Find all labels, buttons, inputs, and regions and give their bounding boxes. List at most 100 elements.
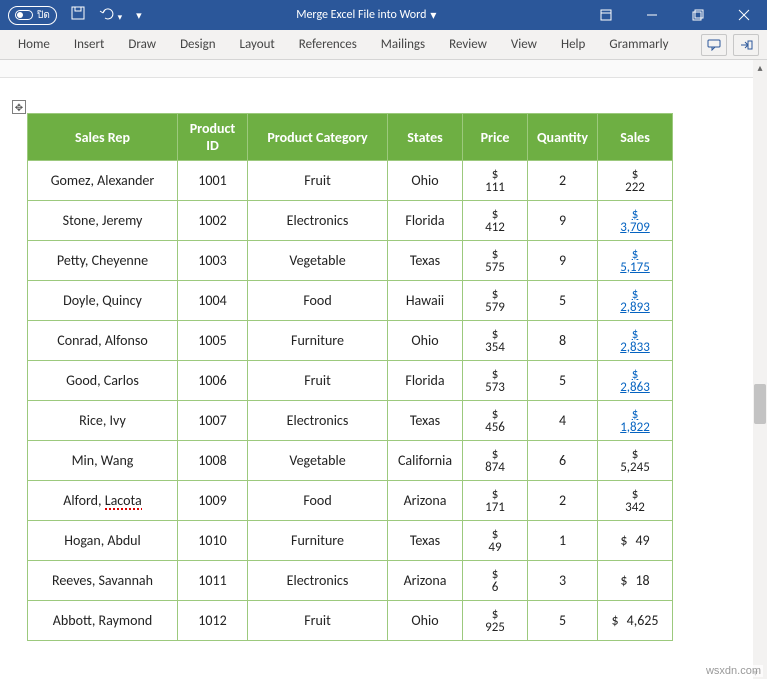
cell[interactable]: Texas [388, 401, 463, 441]
cell-price[interactable]: $412 [463, 201, 528, 241]
table-move-handle[interactable]: ✥ [12, 100, 26, 114]
cell[interactable]: 5 [528, 601, 598, 641]
cell[interactable]: 6 [528, 441, 598, 481]
cell-rep[interactable]: Alford, Lacota [28, 481, 178, 521]
tab-insert[interactable]: Insert [64, 32, 115, 57]
tab-grammarly[interactable]: Grammarly [599, 32, 678, 57]
cell[interactable]: Hawaii [388, 281, 463, 321]
scroll-up-icon[interactable]: ▴ [753, 60, 767, 74]
scroll-track[interactable] [753, 74, 767, 665]
cell-price[interactable]: $874 [463, 441, 528, 481]
cell[interactable]: 1008 [178, 441, 248, 481]
cell[interactable]: 1005 [178, 321, 248, 361]
header-product-category[interactable]: Product Category [248, 114, 388, 161]
cell-price[interactable]: $49 [463, 521, 528, 561]
cell[interactable]: Food [248, 481, 388, 521]
cell-price[interactable]: $354 [463, 321, 528, 361]
table-row[interactable]: Hogan, Abdul1010FurnitureTexas$491$49 [28, 521, 673, 561]
cell[interactable]: 1001 [178, 161, 248, 201]
cell-price[interactable]: $575 [463, 241, 528, 281]
cell-sales[interactable]: $49 [598, 521, 673, 561]
table-row[interactable]: Gomez, Alexander1001FruitOhio$1112$222 [28, 161, 673, 201]
table-row[interactable]: Stone, Jeremy1002ElectronicsFlorida$4129… [28, 201, 673, 241]
cell[interactable]: Florida [388, 201, 463, 241]
cell[interactable]: 2 [528, 481, 598, 521]
tab-references[interactable]: References [289, 32, 367, 57]
cell[interactable]: 8 [528, 321, 598, 361]
share-icon[interactable] [733, 34, 759, 56]
cell[interactable]: Vegetable [248, 241, 388, 281]
cell-price[interactable]: $925 [463, 601, 528, 641]
cell[interactable]: Furniture [248, 521, 388, 561]
cell-rep[interactable]: Rice, Ivy [28, 401, 178, 441]
cell-rep[interactable]: Hogan, Abdul [28, 521, 178, 561]
cell-sales[interactable]: $1,822 [598, 401, 673, 441]
cell-sales[interactable]: $2,833 [598, 321, 673, 361]
cell-price[interactable]: $573 [463, 361, 528, 401]
table-row[interactable]: Alford, Lacota1009FoodArizona$1712$342 [28, 481, 673, 521]
table-row[interactable]: Abbott, Raymond1012FruitOhio$9255$4,625 [28, 601, 673, 641]
cell[interactable]: Ohio [388, 601, 463, 641]
cell[interactable]: Electronics [248, 401, 388, 441]
autosave-toggle[interactable]: ปิด [8, 6, 57, 25]
cell-rep[interactable]: Conrad, Alfonso [28, 321, 178, 361]
cell-rep[interactable]: Min, Wang [28, 441, 178, 481]
cell-price[interactable]: $456 [463, 401, 528, 441]
document-area[interactable]: ✥ Sales Rep Product ID Product Category … [0, 78, 753, 679]
cell[interactable]: 1003 [178, 241, 248, 281]
cell[interactable]: Florida [388, 361, 463, 401]
cell-sales[interactable]: $5,245 [598, 441, 673, 481]
cell[interactable]: Texas [388, 241, 463, 281]
close-icon[interactable] [721, 0, 767, 30]
comments-icon[interactable] [701, 34, 727, 56]
cell[interactable]: Arizona [388, 481, 463, 521]
cell[interactable]: 5 [528, 361, 598, 401]
cell[interactable]: Texas [388, 521, 463, 561]
cell[interactable]: Arizona [388, 561, 463, 601]
tab-home[interactable]: Home [8, 32, 60, 57]
cell-price[interactable]: $111 [463, 161, 528, 201]
cell-price[interactable]: $6 [463, 561, 528, 601]
cell[interactable]: Ohio [388, 161, 463, 201]
cell[interactable]: 1007 [178, 401, 248, 441]
cell[interactable]: 1002 [178, 201, 248, 241]
table-row[interactable]: Rice, Ivy1007ElectronicsTexas$4564$1,822 [28, 401, 673, 441]
header-quantity[interactable]: Quantity [528, 114, 598, 161]
header-sales[interactable]: Sales [598, 114, 673, 161]
cell-sales[interactable]: $18 [598, 561, 673, 601]
cell[interactable]: 1 [528, 521, 598, 561]
tab-mailings[interactable]: Mailings [371, 32, 435, 57]
tab-design[interactable]: Design [170, 32, 225, 57]
cell[interactable]: 1012 [178, 601, 248, 641]
cell-rep[interactable]: Petty, Cheyenne [28, 241, 178, 281]
tab-layout[interactable]: Layout [230, 32, 285, 57]
header-product-id[interactable]: Product ID [178, 114, 248, 161]
cell-sales[interactable]: $222 [598, 161, 673, 201]
cell[interactable]: Food [248, 281, 388, 321]
tab-draw[interactable]: Draw [118, 32, 166, 57]
document-title[interactable]: Merge Excel File into Word ▾ [150, 8, 583, 23]
cell[interactable]: 1009 [178, 481, 248, 521]
cell-sales[interactable]: $3,709 [598, 201, 673, 241]
cell[interactable]: Electronics [248, 561, 388, 601]
minimize-icon[interactable] [629, 0, 675, 30]
cell[interactable]: Electronics [248, 201, 388, 241]
cell-rep[interactable]: Stone, Jeremy [28, 201, 178, 241]
cell-price[interactable]: $171 [463, 481, 528, 521]
cell[interactable]: Fruit [248, 601, 388, 641]
cell[interactable]: 3 [528, 561, 598, 601]
cell-rep[interactable]: Gomez, Alexander [28, 161, 178, 201]
cell[interactable]: 5 [528, 281, 598, 321]
cell[interactable]: 1011 [178, 561, 248, 601]
header-states[interactable]: States [388, 114, 463, 161]
cell[interactable]: 2 [528, 161, 598, 201]
cell[interactable]: Ohio [388, 321, 463, 361]
sales-table[interactable]: Sales Rep Product ID Product Category St… [27, 113, 673, 641]
cell-rep[interactable]: Abbott, Raymond [28, 601, 178, 641]
table-row[interactable]: Conrad, Alfonso1005FurnitureOhio$3548$2,… [28, 321, 673, 361]
ruler[interactable] [0, 60, 767, 78]
cell[interactable]: Vegetable [248, 441, 388, 481]
save-icon[interactable] [71, 6, 85, 24]
cell[interactable]: California [388, 441, 463, 481]
cell[interactable]: 9 [528, 241, 598, 281]
